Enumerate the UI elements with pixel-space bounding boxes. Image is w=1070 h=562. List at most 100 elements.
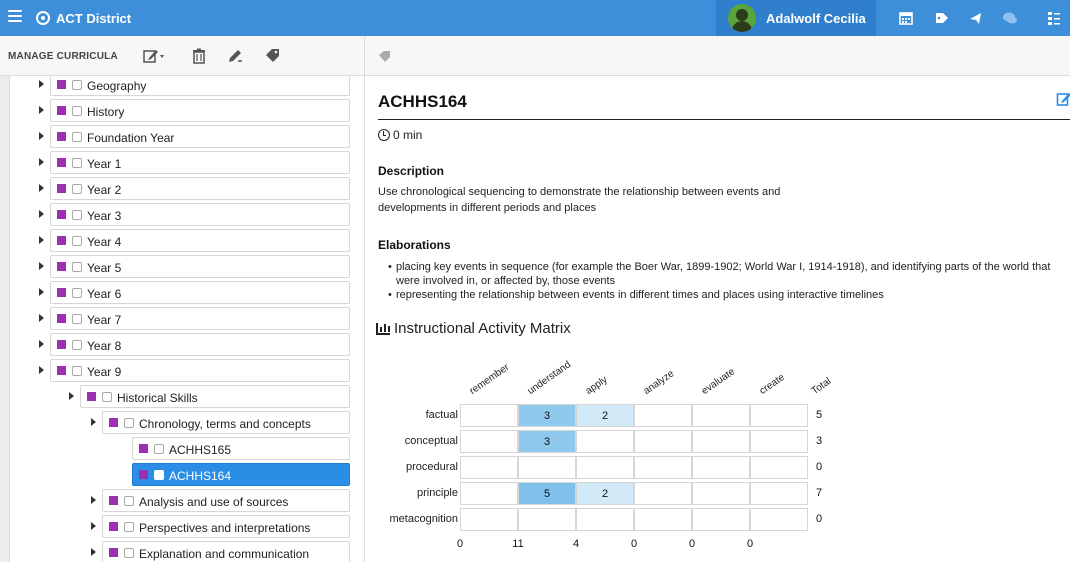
matrix-cell[interactable]	[518, 456, 576, 479]
pencil-icon[interactable]	[226, 47, 244, 65]
tag-icon[interactable]	[378, 50, 392, 64]
tree-node[interactable]: History	[39, 99, 350, 122]
tree-node[interactable]: Explanation and communication	[91, 541, 350, 562]
matrix-cell[interactable]	[750, 404, 808, 427]
tree-node[interactable]: Foundation Year	[39, 125, 350, 148]
trash-icon[interactable]	[190, 47, 208, 65]
matrix-cell[interactable]	[460, 482, 518, 505]
matrix-cell[interactable]: 3	[518, 404, 576, 427]
expand-arrow-icon[interactable]	[39, 184, 44, 192]
expand-arrow-icon[interactable]	[39, 132, 44, 140]
tree-node[interactable]: Perspectives and interpretations	[91, 515, 350, 538]
matrix-cell[interactable]	[692, 456, 750, 479]
tree-node[interactable]: Year 8	[39, 333, 350, 356]
tag-icon[interactable]	[934, 10, 950, 26]
matrix-cell[interactable]	[634, 482, 692, 505]
announce-icon[interactable]	[968, 10, 984, 26]
tree-node[interactable]: ACHHS165	[132, 437, 350, 460]
chat-icon[interactable]	[1002, 10, 1018, 26]
expand-arrow-icon[interactable]	[39, 106, 44, 114]
matrix-cell[interactable]	[576, 430, 634, 453]
checkbox[interactable]	[124, 522, 134, 532]
checkbox[interactable]	[124, 548, 134, 558]
expand-arrow-icon[interactable]	[91, 522, 96, 530]
checkbox[interactable]	[72, 158, 82, 168]
tag-icon[interactable]	[264, 47, 282, 65]
expand-arrow-icon[interactable]	[39, 80, 44, 88]
checkbox[interactable]	[72, 366, 82, 376]
matrix-cell[interactable]: 2	[576, 404, 634, 427]
matrix-cell[interactable]	[750, 482, 808, 505]
tree-node[interactable]: Year 4	[39, 229, 350, 252]
expand-arrow-icon[interactable]	[91, 496, 96, 504]
edit-icon[interactable]	[1056, 91, 1070, 107]
checkbox[interactable]	[72, 288, 82, 298]
matrix-cell[interactable]	[460, 456, 518, 479]
matrix-cell[interactable]	[692, 508, 750, 531]
expand-arrow-icon[interactable]	[39, 236, 44, 244]
checkbox[interactable]	[72, 340, 82, 350]
checkbox[interactable]	[72, 80, 82, 90]
checkbox[interactable]	[72, 236, 82, 246]
matrix-cell[interactable]	[460, 430, 518, 453]
tree-node[interactable]: Year 6	[39, 281, 350, 304]
expand-arrow-icon[interactable]	[39, 288, 44, 296]
expand-arrow-icon[interactable]	[39, 314, 44, 322]
matrix-cell[interactable]	[518, 508, 576, 531]
checkbox[interactable]	[124, 496, 134, 506]
matrix-cell[interactable]: 3	[518, 430, 576, 453]
tree-node[interactable]: Year 7	[39, 307, 350, 330]
matrix-cell[interactable]	[634, 430, 692, 453]
matrix-cell[interactable]	[750, 430, 808, 453]
edit-dropdown-icon[interactable]	[142, 47, 166, 65]
tree-node[interactable]: Historical Skills	[69, 385, 350, 408]
tree-node[interactable]: Year 3	[39, 203, 350, 226]
district-name[interactable]: ACT District	[56, 11, 131, 26]
tree-node[interactable]: Year 5	[39, 255, 350, 278]
matrix-cell[interactable]: 5	[518, 482, 576, 505]
tree-node[interactable]: Year 2	[39, 177, 350, 200]
matrix-cell[interactable]	[750, 508, 808, 531]
expand-arrow-icon[interactable]	[39, 158, 44, 166]
expand-arrow-icon[interactable]	[39, 366, 44, 374]
matrix-cell[interactable]	[692, 482, 750, 505]
matrix-cell[interactable]	[634, 456, 692, 479]
matrix-cell[interactable]: 2	[576, 482, 634, 505]
matrix-cell[interactable]	[634, 404, 692, 427]
expand-arrow-icon[interactable]	[39, 340, 44, 348]
matrix-cell[interactable]	[576, 508, 634, 531]
expand-arrow-icon[interactable]	[39, 262, 44, 270]
matrix-cell[interactable]	[576, 456, 634, 479]
checkbox[interactable]	[124, 418, 134, 428]
user-menu[interactable]: Adalwolf Cecilia	[716, 0, 876, 36]
matrix-cell[interactable]	[460, 404, 518, 427]
tree-node[interactable]: Year 1	[39, 151, 350, 174]
tree-node[interactable]: Analysis and use of sources	[91, 489, 350, 512]
checkbox[interactable]	[154, 444, 164, 454]
checkbox[interactable]	[72, 132, 82, 142]
expand-arrow-icon[interactable]	[69, 392, 74, 400]
checkbox[interactable]	[72, 106, 82, 116]
expand-arrow-icon[interactable]	[91, 418, 96, 426]
matrix-cell[interactable]	[692, 404, 750, 427]
checkbox[interactable]	[72, 262, 82, 272]
matrix-cell[interactable]	[634, 508, 692, 531]
checkbox[interactable]	[102, 392, 112, 402]
list-icon[interactable]	[1046, 10, 1062, 26]
checkbox[interactable]	[72, 210, 82, 220]
tree-node[interactable]: ACHHS164	[132, 463, 350, 486]
tree-node[interactable]: Geography	[39, 76, 350, 96]
matrix-cell[interactable]	[692, 430, 750, 453]
calendar-icon[interactable]	[898, 10, 914, 26]
menu-icon[interactable]	[8, 10, 22, 24]
matrix-cell[interactable]	[460, 508, 518, 531]
checkbox[interactable]	[72, 314, 82, 324]
tree-node[interactable]: Chronology, terms and concepts	[91, 411, 350, 434]
expand-arrow-icon[interactable]	[39, 210, 44, 218]
expand-arrow-icon[interactable]	[91, 548, 96, 556]
matrix-cell[interactable]	[750, 456, 808, 479]
checkbox[interactable]	[154, 470, 164, 480]
checkbox[interactable]	[72, 184, 82, 194]
tree-scrollbar[interactable]	[0, 76, 10, 562]
tree-node[interactable]: Year 9	[39, 359, 350, 382]
